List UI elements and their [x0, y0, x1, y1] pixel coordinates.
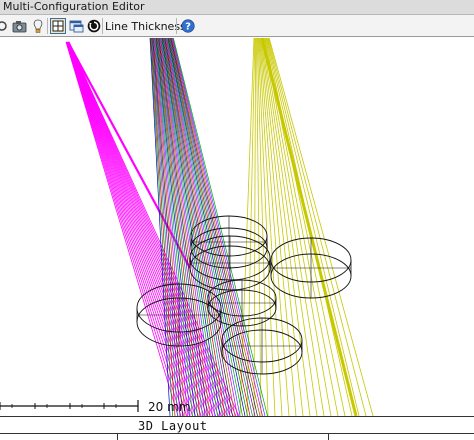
ray	[67, 41, 208, 416]
caption-cell-divider	[328, 434, 329, 440]
ray	[268, 38, 367, 416]
line-thickness-label: Line Thickness	[105, 19, 186, 33]
ray	[68, 41, 231, 416]
scale-bar-label: 20 mm	[148, 400, 191, 414]
caption-row: 3D Layout	[0, 416, 474, 440]
scale-bar	[0, 400, 139, 412]
ray	[168, 38, 251, 416]
lens-ring	[207, 279, 277, 327]
partial-toolbar-icon[interactable]	[0, 18, 10, 34]
toolbar-separator	[176, 18, 177, 34]
layout-grid-icon[interactable]	[50, 18, 66, 34]
svg-text:?: ?	[185, 22, 191, 33]
ray	[158, 38, 206, 416]
ray	[68, 41, 237, 416]
bulb-icon[interactable]	[30, 18, 46, 34]
camera-icon[interactable]	[11, 18, 27, 34]
toolbar-separator	[47, 18, 48, 34]
ray	[170, 38, 258, 416]
ray	[164, 38, 233, 416]
window-title: Multi-Configuration Editor	[3, 0, 145, 13]
ray-bundles	[65, 38, 374, 416]
help-icon[interactable]: ?	[180, 18, 196, 34]
layout-3d-viewport[interactable]	[0, 38, 474, 416]
ray	[261, 38, 311, 416]
window-icon[interactable]	[68, 18, 84, 34]
toolbar-separator	[102, 18, 103, 34]
caption-divider	[0, 433, 474, 434]
ray	[67, 41, 222, 416]
window-titlebar: Multi-Configuration Editor	[0, 0, 474, 15]
lens-ring	[270, 237, 352, 299]
refresh-icon[interactable]	[86, 18, 102, 34]
ray	[253, 38, 257, 416]
lens-ring	[221, 317, 303, 375]
caption-cell-divider	[117, 434, 118, 440]
ray	[167, 38, 246, 416]
toolbar: Line Thickness ▼ ?	[0, 15, 474, 37]
layout-caption: 3D Layout	[138, 419, 208, 433]
